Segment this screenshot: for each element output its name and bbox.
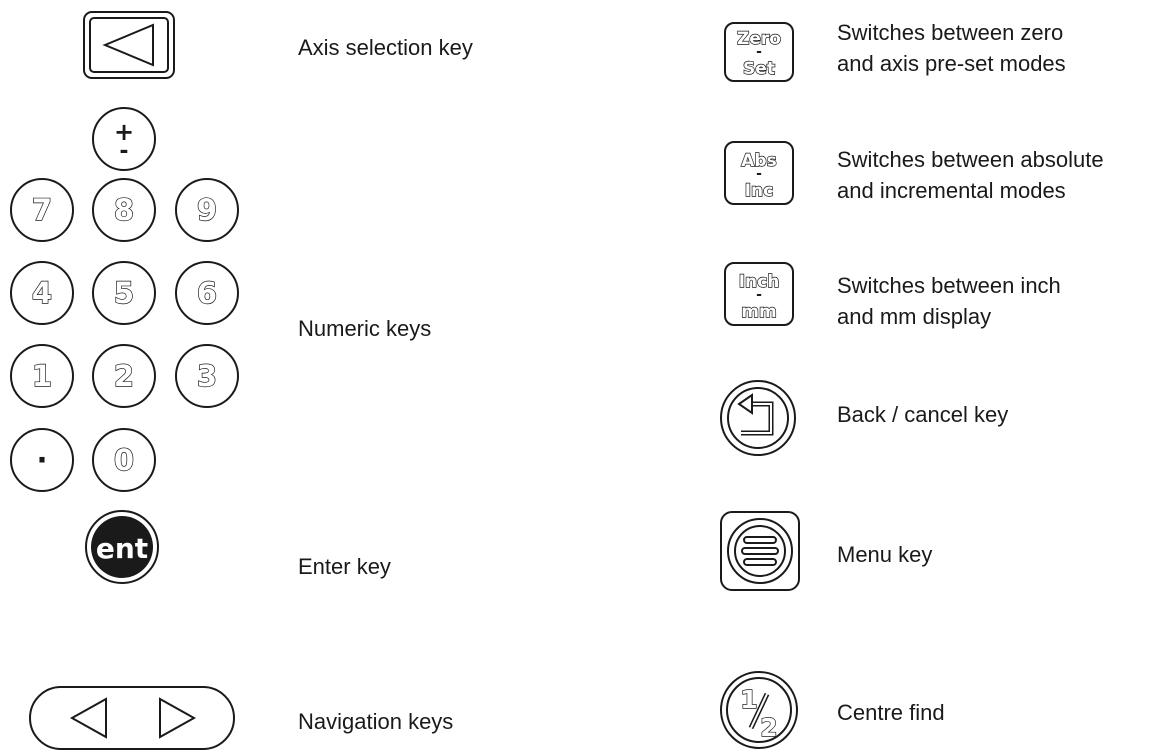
digit-key-1[interactable]: 1 bbox=[9, 343, 75, 409]
abs-inc-key[interactable]: Abs - Inc bbox=[724, 141, 794, 205]
svg-text:6: 6 bbox=[197, 276, 217, 310]
digit-key-9[interactable]: 9 bbox=[174, 177, 240, 243]
digit-key-0[interactable]: 0 bbox=[91, 427, 157, 493]
svg-text:Inc: Inc bbox=[745, 181, 774, 201]
digit-key-4[interactable]: 4 bbox=[9, 260, 75, 326]
navigation-keys-label: Navigation keys bbox=[298, 709, 454, 734]
zero-set-key[interactable]: Zero - Set bbox=[724, 22, 794, 82]
svg-text:9: 9 bbox=[197, 193, 217, 227]
minus-sign: - bbox=[119, 139, 128, 164]
inch-mm-description: Switches between inch and mm display bbox=[837, 273, 1061, 329]
axis-selection-label: Axis selection key bbox=[298, 35, 473, 60]
numeric-keys-label: Numeric keys bbox=[298, 316, 432, 341]
menu-lines-icon bbox=[741, 536, 779, 566]
menu-key-label: Menu key bbox=[837, 542, 933, 567]
digit-key-8[interactable]: 8 bbox=[91, 177, 157, 243]
enter-key[interactable]: ent bbox=[84, 509, 160, 585]
navigation-keys[interactable] bbox=[29, 686, 235, 750]
svg-text:5: 5 bbox=[114, 276, 134, 310]
svg-text:-: - bbox=[756, 166, 762, 182]
digit-key-3[interactable]: 3 bbox=[174, 343, 240, 409]
svg-text:-: - bbox=[756, 287, 762, 303]
svg-text:-: - bbox=[756, 44, 762, 60]
back-cancel-label: Back / cancel key bbox=[837, 402, 1009, 427]
abs-inc-description: Switches between absolute and incrementa… bbox=[837, 147, 1104, 203]
digit-key-7[interactable]: 7 bbox=[9, 177, 75, 243]
inch-mm-key[interactable]: Inch - mm bbox=[724, 262, 794, 326]
plus-minus-key[interactable]: + - bbox=[91, 106, 157, 172]
back-cancel-key[interactable] bbox=[719, 379, 797, 457]
axis-selection-key[interactable] bbox=[83, 11, 175, 79]
menu-key[interactable] bbox=[720, 511, 800, 591]
svg-text:2: 2 bbox=[114, 359, 134, 393]
digit-key-5[interactable]: 5 bbox=[91, 260, 157, 326]
centre-find-label: Centre find bbox=[837, 700, 945, 725]
svg-text:7: 7 bbox=[32, 193, 52, 227]
decimal-point-key[interactable]: · bbox=[9, 427, 75, 493]
svg-text:·: · bbox=[36, 443, 47, 477]
centre-find-key[interactable]: 1 2 bbox=[719, 670, 799, 750]
digit-key-2[interactable]: 2 bbox=[91, 343, 157, 409]
svg-text:8: 8 bbox=[114, 193, 134, 227]
digit-key-6[interactable]: 6 bbox=[174, 260, 240, 326]
svg-text:ent: ent bbox=[96, 532, 148, 565]
svg-text:3: 3 bbox=[197, 359, 217, 393]
zero-set-description: Switches between zero and axis pre-set m… bbox=[837, 20, 1066, 76]
svg-text:1: 1 bbox=[740, 685, 757, 714]
svg-text:mm: mm bbox=[741, 302, 776, 322]
enter-key-label: Enter key bbox=[298, 554, 391, 579]
svg-text:0: 0 bbox=[114, 443, 134, 477]
svg-text:Set: Set bbox=[743, 59, 775, 79]
svg-text:1: 1 bbox=[32, 359, 52, 393]
svg-text:2: 2 bbox=[760, 713, 777, 742]
svg-text:4: 4 bbox=[32, 276, 52, 310]
